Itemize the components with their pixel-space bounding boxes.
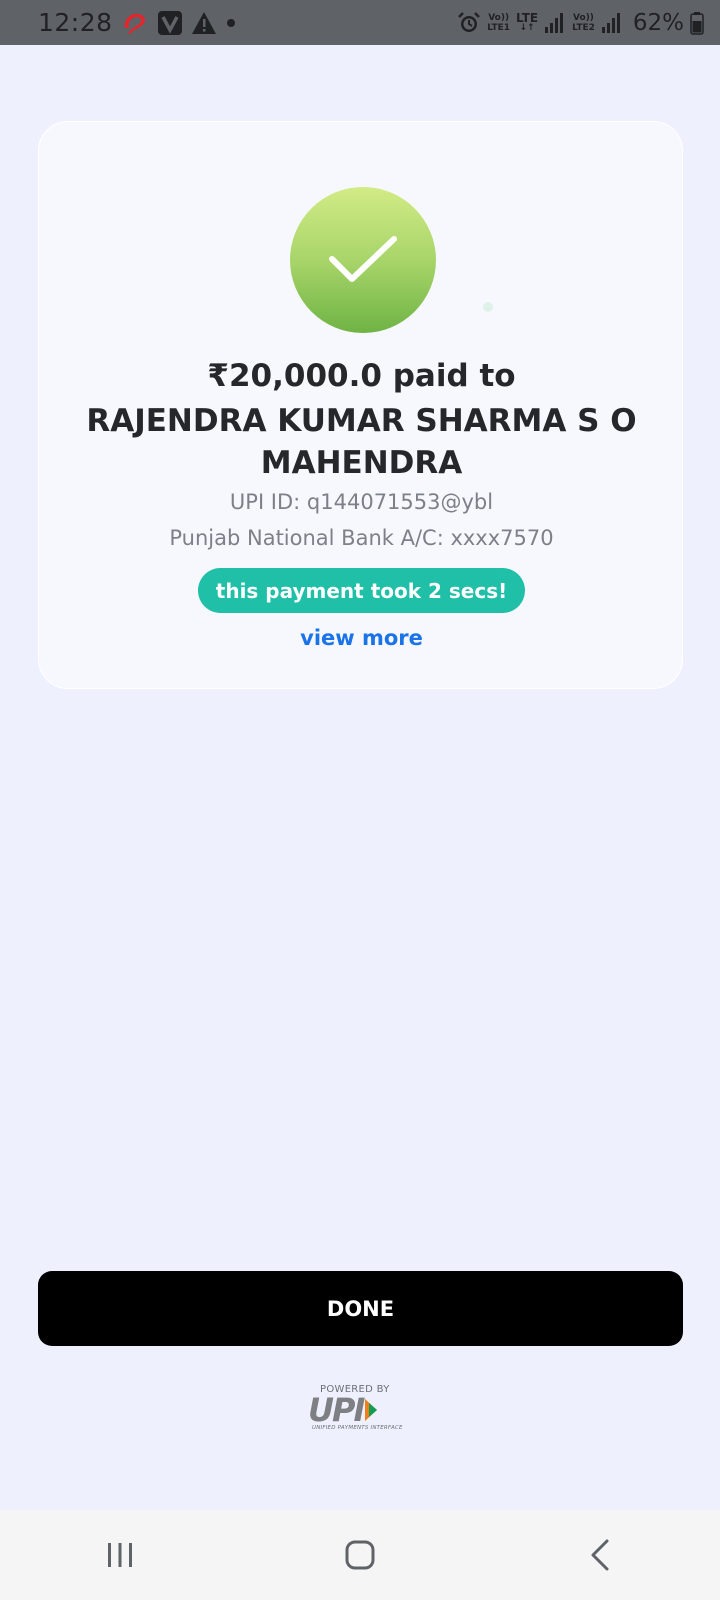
check-icon (329, 236, 397, 282)
done-button[interactable]: DONE (38, 1271, 683, 1346)
upi-tagline: UNIFIED PAYMENTS INTERFACE (312, 1425, 403, 1431)
home-icon (345, 1540, 375, 1570)
decorative-dot (483, 302, 493, 312)
upi-arrow-icon (365, 1399, 378, 1421)
status-bar: 12:28 Vo)) LTE1 LTE ↓↑ Vo)) LTE2 62% (0, 0, 720, 45)
battery-percent: 62% (632, 9, 684, 36)
upi-wordmark: UPI (308, 1391, 418, 1429)
alarm-icon (457, 11, 481, 35)
back-button[interactable] (555, 1510, 645, 1600)
battery-icon (690, 11, 704, 35)
recent-apps-button[interactable] (75, 1510, 165, 1600)
dot-icon (225, 17, 237, 29)
home-button[interactable] (315, 1510, 405, 1600)
payment-speed-badge: this payment took 2 secs! (198, 568, 525, 613)
volte-lte1-icon: Vo)) LTE1 (487, 12, 511, 33)
upi-logo: POWERED BY UPI UNIFIED PAYMENTS INTERFAC… (308, 1384, 418, 1440)
amount-paid-text: ₹20,000.0 paid to (207, 358, 516, 394)
view-more-link[interactable]: view more (39, 626, 684, 650)
upi-logo-text: UPI (308, 1391, 365, 1429)
signal-icon (544, 12, 566, 34)
vi-icon (157, 10, 183, 36)
payee-name: RAJENDRA KUMAR SHARMA S O MAHENDRA (86, 403, 637, 481)
lte-data-icon: LTE ↓↑ (516, 10, 539, 33)
airtel-icon (121, 10, 149, 36)
status-time: 12:28 (38, 8, 113, 37)
signal-icon (601, 12, 623, 34)
status-left-icons (121, 10, 237, 36)
volte-lte2-icon: Vo)) LTE2 (572, 12, 595, 33)
payee-bank-account: Punjab National Bank A/C: xxxx7570 (169, 526, 554, 550)
back-icon (591, 1539, 609, 1571)
status-right-icons: Vo)) LTE1 LTE ↓↑ Vo)) LTE2 62% (457, 10, 704, 36)
success-badge (290, 187, 436, 333)
payee-upi-id: UPI ID: q144071553@ybl (229, 490, 494, 514)
warning-icon (191, 11, 217, 35)
payment-success-card: ₹20,000.0 paid to RAJENDRA KUMAR SHARMA … (38, 121, 683, 689)
system-nav-bar (0, 1510, 720, 1600)
recent-apps-icon (108, 1543, 132, 1567)
